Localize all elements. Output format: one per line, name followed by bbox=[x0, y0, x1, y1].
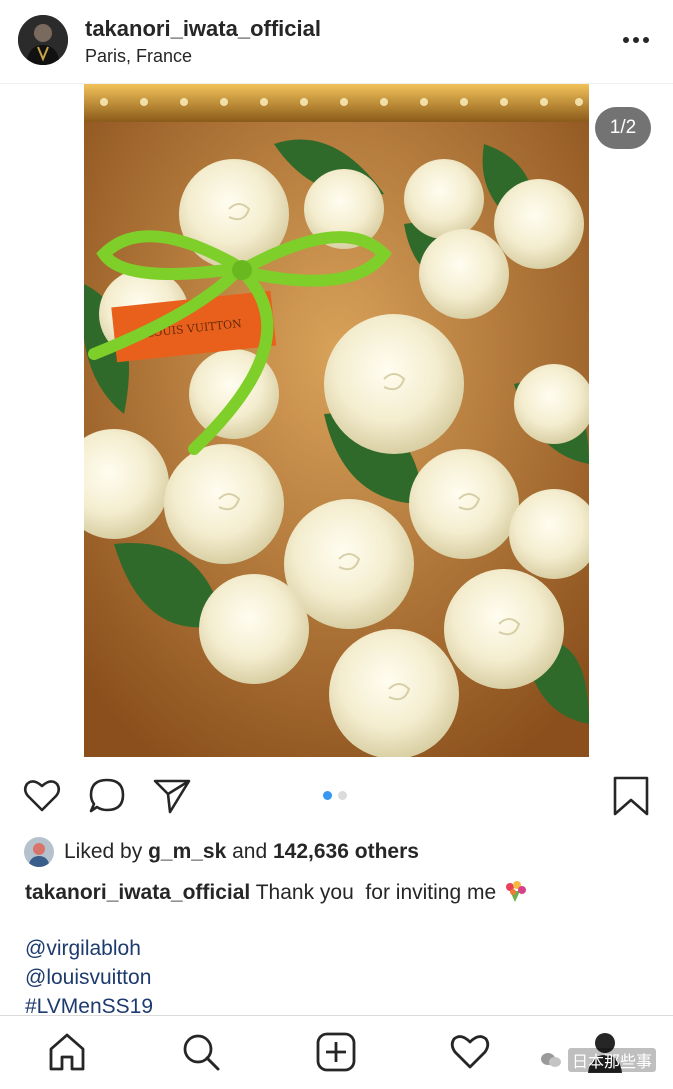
activity-heart-icon bbox=[450, 1035, 490, 1069]
bouquet-emoji-icon bbox=[502, 879, 528, 909]
likes-row: Liked by g_m_sk and 142,636 others bbox=[24, 836, 419, 868]
caption-text: Thank you for inviting me bbox=[250, 881, 497, 904]
share-button[interactable] bbox=[152, 776, 192, 816]
mention-virgilabloh[interactable]: @virgilabloh bbox=[25, 937, 141, 961]
nav-activity[interactable] bbox=[449, 1031, 491, 1073]
home-icon bbox=[49, 1033, 85, 1071]
like-button[interactable] bbox=[22, 776, 62, 816]
caption: takanori_iwata_official Thank you for in… bbox=[25, 879, 528, 909]
save-button[interactable] bbox=[612, 776, 650, 816]
liker-avatar[interactable] bbox=[24, 837, 54, 867]
nav-new-post[interactable] bbox=[315, 1031, 357, 1073]
nav-home[interactable] bbox=[46, 1031, 88, 1073]
post-location[interactable]: Paris, France bbox=[85, 46, 192, 67]
bookmark-icon bbox=[613, 776, 649, 816]
post-header: takanori_iwata_official Paris, France bbox=[0, 0, 673, 84]
wechat-icon bbox=[541, 1053, 561, 1067]
carousel-dot bbox=[338, 791, 347, 800]
mention-louisvuitton[interactable]: @louisvuitton bbox=[25, 966, 151, 990]
post-username[interactable]: takanori_iwata_official bbox=[85, 16, 321, 42]
caption-username[interactable]: takanori_iwata_official bbox=[25, 881, 250, 904]
heart-icon bbox=[23, 780, 61, 812]
likes-prefix: Liked by bbox=[64, 840, 149, 863]
comment-icon bbox=[89, 778, 125, 813]
add-post-icon bbox=[316, 1032, 356, 1072]
watermark: 日本那些事 bbox=[540, 1048, 657, 1072]
share-icon bbox=[153, 779, 191, 814]
comment-button[interactable] bbox=[87, 776, 127, 816]
nav-search[interactable] bbox=[180, 1031, 222, 1073]
likes-middle: and bbox=[226, 840, 273, 863]
search-icon bbox=[183, 1034, 220, 1071]
post-image[interactable]: LOUIS VUITTON bbox=[84, 84, 589, 757]
carousel-indicator bbox=[323, 791, 347, 800]
watermark-text: 日本那些事 bbox=[568, 1048, 657, 1072]
likes-count[interactable]: 142,636 others bbox=[273, 840, 419, 864]
image-counter-badge: 1/2 bbox=[595, 107, 651, 149]
profile-avatar[interactable] bbox=[18, 15, 68, 65]
carousel-dot-active bbox=[323, 791, 332, 800]
liker-username[interactable]: g_m_sk bbox=[148, 840, 226, 864]
more-options-icon[interactable] bbox=[621, 28, 651, 52]
